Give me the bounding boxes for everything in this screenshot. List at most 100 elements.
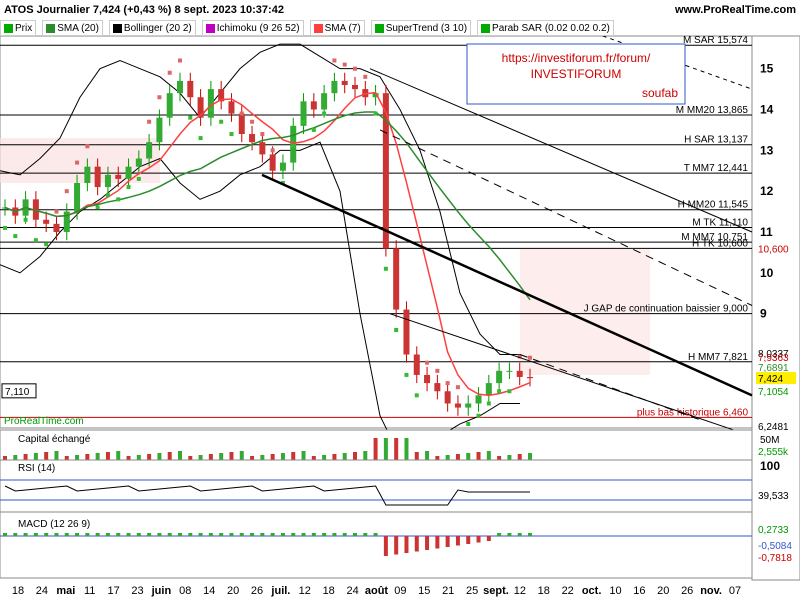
sar-dot: [466, 421, 471, 426]
date-tick-7: 08: [179, 585, 191, 597]
candle-body: [485, 383, 492, 396]
macd-bar: [270, 533, 275, 536]
date-tick-0: 18: [12, 585, 24, 597]
date-tick-10: 26: [251, 585, 263, 597]
price-tick-2: 13: [760, 143, 774, 157]
sar-dot: [239, 111, 244, 116]
rsi-tick-1: 39,533: [758, 491, 789, 502]
sar-dot: [404, 372, 409, 377]
volume-bar: [476, 452, 481, 460]
macd-bar: [445, 536, 450, 547]
value-label-4: 7,1054: [758, 387, 789, 398]
price-tick-4: 11: [760, 225, 773, 239]
volume-bar: [54, 451, 59, 460]
date-tick-26: 16: [633, 585, 645, 597]
macd-bar: [13, 533, 18, 536]
macd-bar: [363, 533, 368, 536]
candle-body: [465, 403, 472, 408]
legend-item-3[interactable]: Ichimoku (9 26 52): [201, 20, 304, 36]
left-value-label: 7,110: [5, 387, 30, 398]
candle-body: [352, 85, 358, 90]
sar-dot: [126, 185, 131, 190]
sar-dot: [13, 234, 18, 239]
macd-tick-0: 0,2733: [758, 525, 789, 536]
macd-bar: [507, 533, 512, 536]
price-tick-5: 10: [760, 266, 774, 280]
macd-bar: [486, 536, 491, 541]
legend-swatch: [313, 23, 323, 33]
annotation-author: soufab: [642, 86, 678, 100]
macd-bar: [157, 533, 162, 536]
candle-body: [506, 370, 513, 372]
macd-bar: [147, 533, 152, 536]
candle-body: [94, 166, 101, 188]
legend-item-4[interactable]: SMA (7): [309, 20, 365, 36]
candle-body: [434, 383, 441, 392]
candle-body: [516, 370, 523, 377]
candle-body: [424, 374, 431, 384]
legend-item-2[interactable]: Bollinger (20 2): [108, 20, 196, 36]
candle-body: [496, 370, 503, 384]
volume-bar: [260, 455, 265, 460]
candle-body: [444, 391, 451, 404]
sar-dot: [23, 217, 28, 222]
date-tick-11: juil.: [270, 585, 290, 597]
legend-swatch: [4, 23, 13, 33]
volume-bar: [394, 438, 399, 460]
legend-swatch: [481, 23, 491, 33]
macd-bar: [414, 536, 419, 552]
candle-body: [393, 248, 400, 310]
candle-body: [290, 125, 297, 163]
macd-bar: [425, 536, 430, 550]
candle-body: [310, 101, 317, 110]
volume-bar: [301, 451, 306, 460]
sar-dot: [33, 238, 38, 243]
macd-bar: [322, 533, 327, 536]
legend-item-5[interactable]: SuperTrend (3 10): [370, 20, 472, 36]
sar-dot: [363, 74, 368, 79]
volume-bar: [414, 452, 419, 460]
macd-bar: [116, 533, 121, 536]
date-tick-18: 21: [442, 585, 454, 597]
macd-bar: [198, 533, 203, 536]
volume-bar: [435, 456, 440, 460]
legend-item-1[interactable]: SMA (20): [42, 20, 103, 36]
candle-body: [228, 101, 235, 114]
volume-bar: [445, 455, 450, 460]
candle-body: [125, 166, 132, 179]
macd-bar: [33, 533, 38, 536]
candle-body: [527, 376, 533, 379]
macd-bar: [291, 533, 296, 536]
macd-bar: [404, 536, 409, 553]
annotation-site: INVESTIFORUM: [531, 67, 622, 81]
candle-body: [135, 158, 142, 167]
value-label-5: 6,2481: [758, 422, 789, 433]
value-label-6: 10,600: [758, 244, 789, 255]
macd-bar: [455, 536, 460, 546]
macd-bar: [126, 533, 131, 536]
sar-dot: [455, 385, 460, 390]
volume-bar: [219, 453, 224, 460]
level-label-3: T MM7 12,441: [684, 163, 749, 174]
macd-bar: [383, 536, 388, 556]
volume-bar: [198, 455, 203, 460]
volume-bar: [383, 438, 388, 460]
candle-body: [321, 93, 328, 110]
sar-dot: [105, 193, 110, 198]
macd-bar: [3, 533, 7, 536]
date-tick-23: 22: [562, 585, 574, 597]
legend-label: SuperTrend (3 10): [385, 22, 468, 34]
sar-dot: [342, 62, 347, 67]
legend-item-6[interactable]: Parab SAR (0.02 0.02 0.2): [477, 20, 614, 36]
volume-bar: [44, 452, 49, 460]
macd-bar: [497, 533, 502, 536]
legend-item-0[interactable]: Prix: [0, 20, 37, 36]
sar-dot: [301, 119, 306, 124]
price-tick-0: 15: [760, 62, 774, 76]
sar-dot: [95, 205, 100, 210]
sar-dot: [188, 115, 193, 120]
volume-bar: [517, 454, 522, 460]
volume-bar: [322, 455, 327, 460]
candle-body: [341, 80, 348, 85]
candle-body: [104, 174, 111, 188]
